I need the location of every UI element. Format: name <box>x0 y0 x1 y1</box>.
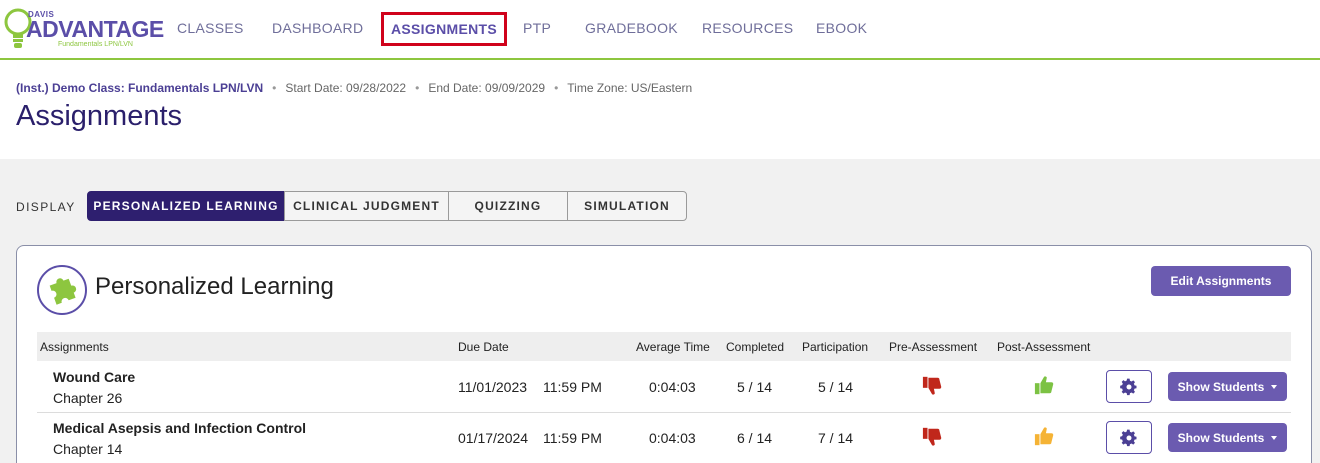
display-tab-quizzing[interactable]: QUIZZING <box>448 191 568 221</box>
due-date: 11/01/2023 <box>458 379 528 395</box>
settings-button[interactable] <box>1106 421 1152 454</box>
average-time: 0:04:03 <box>649 430 696 446</box>
participation-count: 7 / 14 <box>818 430 854 446</box>
show-students-button[interactable]: Show Students <box>1168 423 1287 452</box>
display-label: DISPLAY <box>16 200 76 214</box>
puzzle-piece-icon <box>37 265 87 315</box>
column-header-completed: Completed <box>726 340 785 354</box>
brand-advantage: ADVANTAGE <box>26 16 164 42</box>
nav-dashboard[interactable]: DASHBOARD <box>272 20 363 36</box>
column-header-assignments: Assignments <box>40 340 109 354</box>
page-title: Assignments <box>16 100 183 132</box>
class-info-line: (Inst.) Demo Class: Fundamentals LPN/LVN… <box>16 81 692 95</box>
class-name: (Inst.) Demo Class: Fundamentals LPN/LVN <box>16 81 264 95</box>
brand-subtitle: Fundamentals LPN/LVN <box>58 41 133 48</box>
nav-gradebook[interactable]: GRADEBOOK <box>585 20 678 36</box>
due-time: 11:59 PM <box>543 430 602 446</box>
nav-classes[interactable]: CLASSES <box>177 20 244 36</box>
end-date: End Date: 09/09/2029 <box>428 81 546 95</box>
edit-assignments-button[interactable]: Edit Assignments <box>1151 266 1291 296</box>
column-header-post-assessment: Post-Assessment <box>997 340 1091 354</box>
due-time: 11:59 PM <box>543 379 602 395</box>
thumbs-up-icon <box>1034 427 1054 446</box>
nav-ptp[interactable]: PTP <box>523 20 551 36</box>
display-tab-simulation[interactable]: SIMULATION <box>567 191 687 221</box>
card-title: Personalized Learning <box>95 273 334 300</box>
davis-advantage-logo[interactable]: DAVIS ADVANTAGE Fundamentals LPN/LVN <box>4 4 164 54</box>
top-navigation-bar: DAVIS ADVANTAGE Fundamentals LPN/LVN CLA… <box>0 0 1320 60</box>
thumbs-up-icon <box>1034 376 1054 395</box>
average-time: 0:04:03 <box>649 379 696 395</box>
show-students-label: Show Students <box>1177 430 1265 445</box>
row-divider <box>37 412 1291 413</box>
nav-assignments[interactable]: ASSIGNMENTS <box>381 12 507 46</box>
gear-icon <box>1120 429 1137 446</box>
due-date: 01/17/2024 <box>458 430 529 446</box>
time-zone: Time Zone: US/Eastern <box>567 81 693 95</box>
column-header-due-date: Due Date <box>458 340 509 354</box>
column-header-average-time: Average Time <box>636 340 710 354</box>
separator-dot: • <box>415 81 420 95</box>
separator-dot: • <box>554 81 559 95</box>
thumbs-down-icon <box>922 376 942 395</box>
thumbs-down-icon <box>922 427 942 446</box>
completed-count: 5 / 14 <box>737 379 773 395</box>
column-header-participation: Participation <box>802 340 869 354</box>
start-date: Start Date: 09/28/2022 <box>285 81 407 95</box>
gear-icon <box>1120 378 1137 395</box>
nav-ebook[interactable]: EBOOK <box>816 20 867 36</box>
assignment-chapter: Chapter 26 <box>53 390 123 406</box>
display-tab-personalized-learning[interactable]: PERSONALIZED LEARNING <box>87 191 285 221</box>
completed-count: 6 / 14 <box>737 430 773 446</box>
assignment-name[interactable]: Medical Asepsis and Infection Control <box>53 420 306 436</box>
assignment-name[interactable]: Wound Care <box>53 369 135 385</box>
show-students-button[interactable]: Show Students <box>1168 372 1287 401</box>
participation-count: 5 / 14 <box>818 379 854 395</box>
nav-resources[interactable]: RESOURCES <box>702 20 793 36</box>
column-header-pre-assessment: Pre-Assessment <box>889 340 978 354</box>
caret-down-icon <box>1271 435 1278 440</box>
caret-down-icon <box>1271 384 1278 389</box>
settings-button[interactable] <box>1106 370 1152 403</box>
separator-dot: • <box>272 81 277 95</box>
display-tab-clinical-judgment[interactable]: CLINICAL JUDGMENT <box>284 191 449 221</box>
show-students-label: Show Students <box>1177 379 1265 394</box>
assignment-chapter: Chapter 14 <box>53 441 123 457</box>
